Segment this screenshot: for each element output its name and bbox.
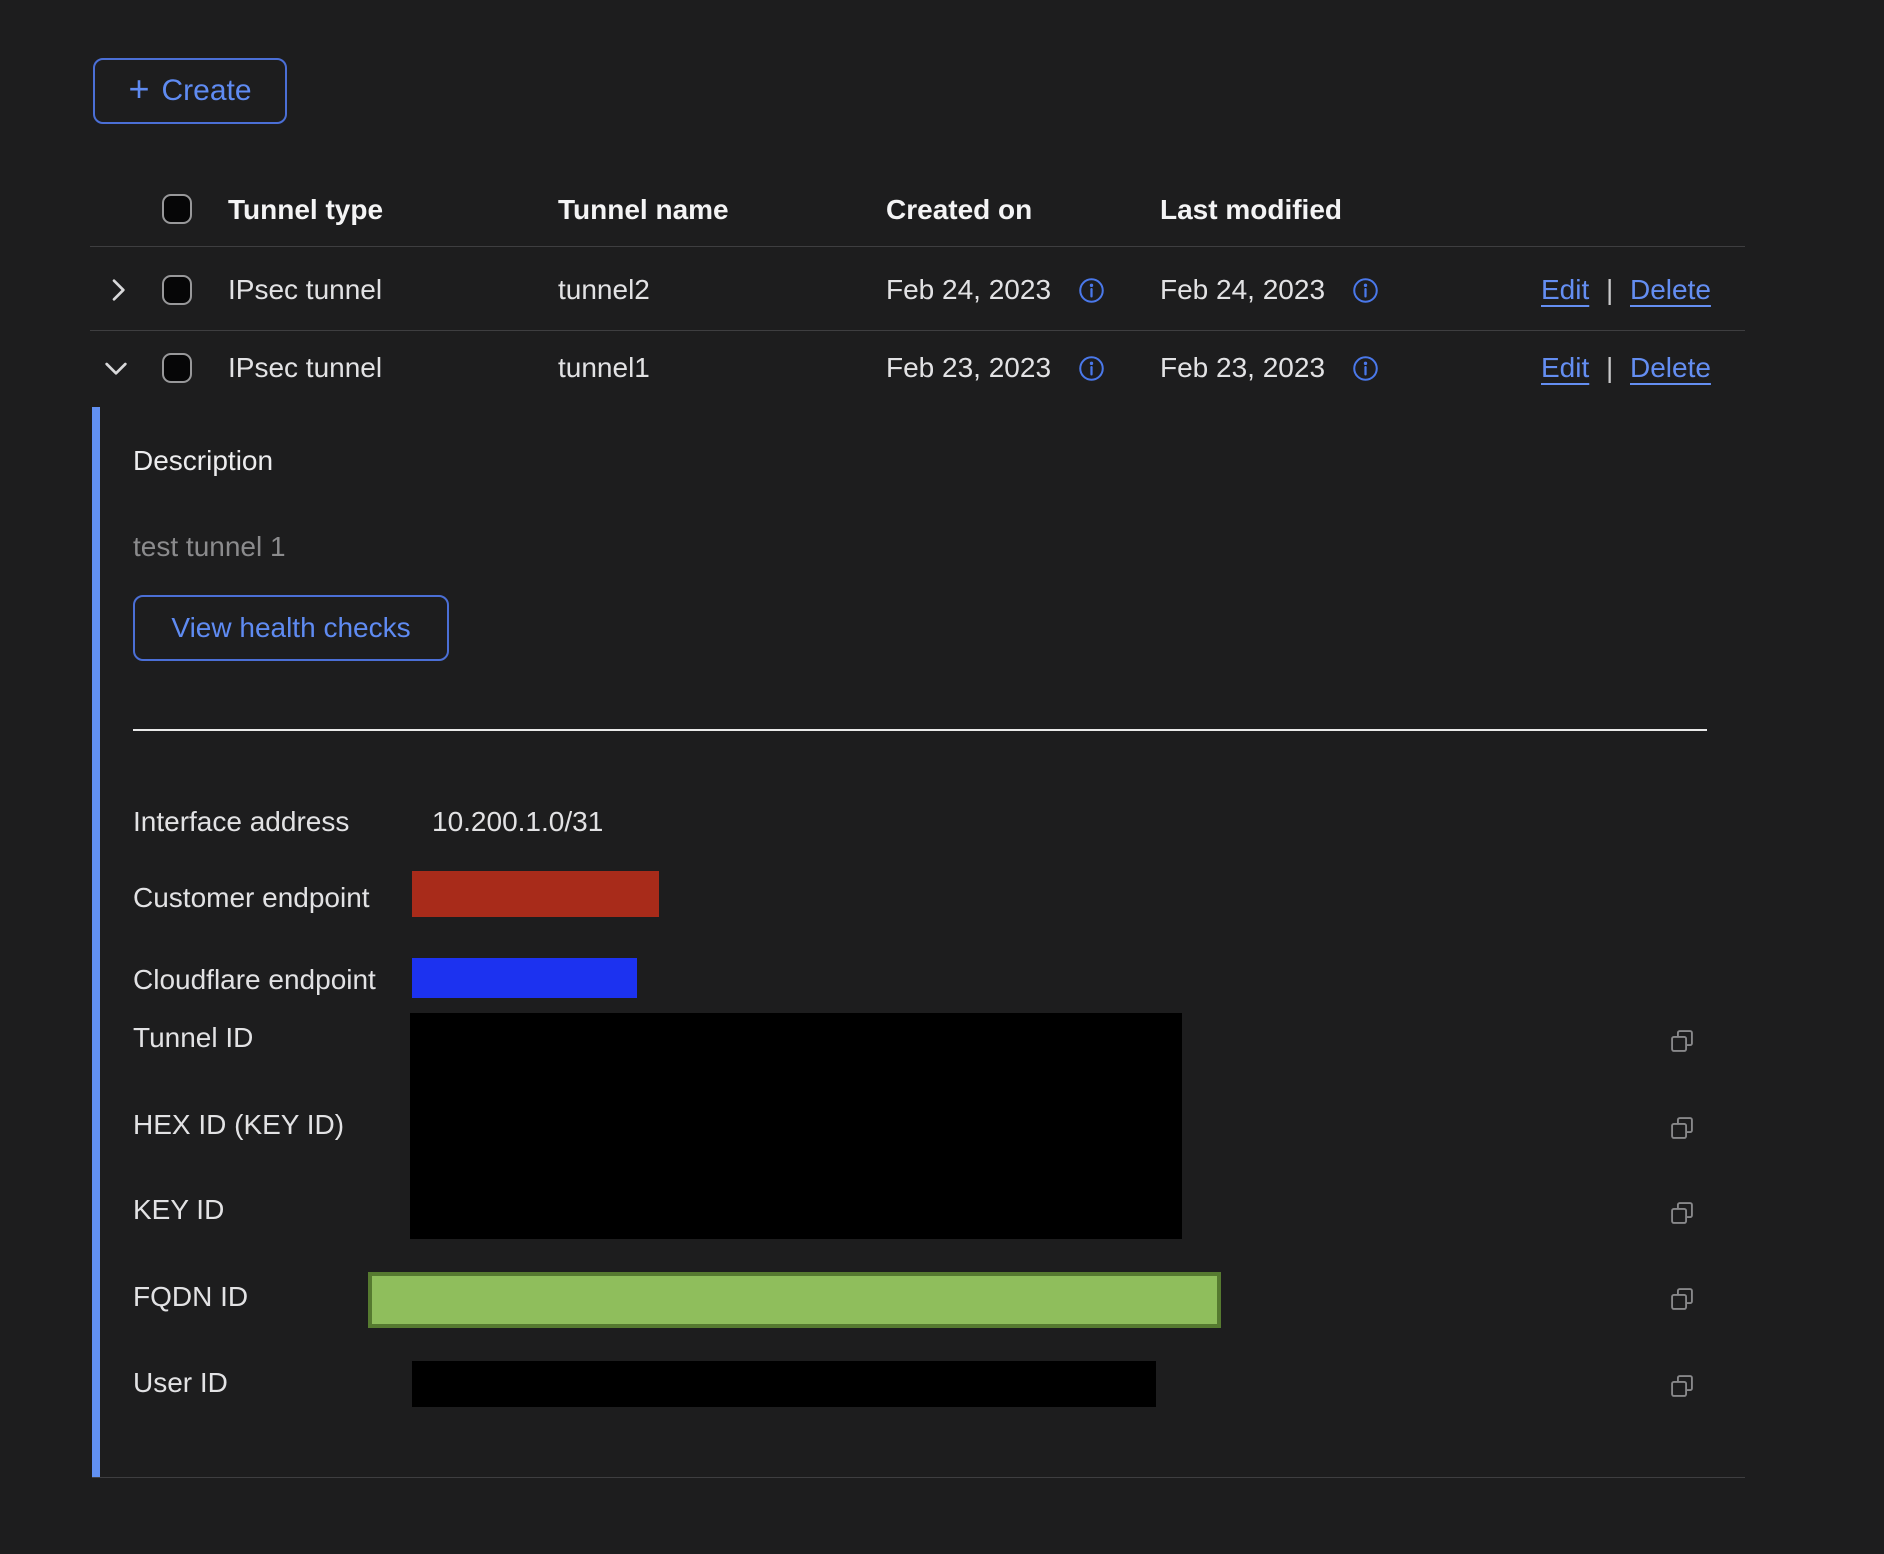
fqdn-id-label: FQDN ID (133, 1280, 248, 1314)
expanded-row-accent-bar (92, 407, 100, 1478)
last-modified-cell: Feb 24, 2023 (1160, 273, 1325, 307)
info-icon[interactable] (1352, 277, 1379, 309)
info-icon[interactable] (1078, 355, 1105, 387)
cloudflare-endpoint-label: Cloudflare endpoint (133, 963, 376, 997)
interface-address-label: Interface address (133, 805, 349, 839)
column-header-created-on: Created on (886, 193, 1032, 227)
create-button-label: Create (161, 74, 251, 108)
copy-icon[interactable] (1668, 1372, 1696, 1405)
tunnel-type-cell: IPsec tunnel (228, 351, 382, 385)
cloudflare-endpoint-redacted-value (412, 958, 637, 998)
expanded-row-bottom-divider (92, 1477, 1745, 1478)
tunnel-type-cell: IPsec tunnel (228, 273, 382, 307)
copy-icon[interactable] (1668, 1285, 1696, 1318)
description-value: test tunnel 1 (133, 530, 286, 564)
description-label: Description (133, 444, 273, 478)
view-health-checks-label: View health checks (171, 612, 410, 644)
key-id-label: KEY ID (133, 1193, 224, 1227)
section-divider (133, 729, 1707, 731)
created-on-cell: Feb 23, 2023 (886, 351, 1051, 385)
edit-link[interactable]: Edit (1541, 273, 1589, 307)
copy-icon[interactable] (1668, 1199, 1696, 1232)
info-icon[interactable] (1352, 355, 1379, 387)
column-header-tunnel-type: Tunnel type (228, 193, 383, 227)
action-separator: | (1606, 273, 1613, 307)
row-checkbox[interactable] (162, 353, 192, 383)
column-header-last-modified: Last modified (1160, 193, 1342, 227)
action-separator: | (1606, 351, 1613, 385)
user-id-label: User ID (133, 1366, 228, 1400)
ids-redacted-block (410, 1013, 1182, 1239)
view-health-checks-button[interactable]: View health checks (133, 595, 449, 661)
delete-link[interactable]: Delete (1630, 351, 1711, 385)
create-button[interactable]: + Create (93, 58, 287, 124)
info-icon[interactable] (1078, 277, 1105, 309)
user-id-redacted-value (412, 1361, 1156, 1407)
last-modified-cell: Feb 23, 2023 (1160, 351, 1325, 385)
fqdn-id-redacted-value (368, 1272, 1221, 1328)
created-on-cell: Feb 24, 2023 (886, 273, 1051, 307)
customer-endpoint-redacted-value (412, 871, 659, 917)
delete-link[interactable]: Delete (1630, 273, 1711, 307)
row-checkbox[interactable] (162, 275, 192, 305)
customer-endpoint-label: Customer endpoint (133, 881, 370, 915)
tunnel-name-cell: tunnel1 (558, 351, 650, 385)
interface-address-value: 10.200.1.0/31 (432, 805, 603, 839)
edit-link[interactable]: Edit (1541, 351, 1589, 385)
plus-icon: + (128, 74, 149, 104)
tunnel-id-label: Tunnel ID (133, 1021, 253, 1055)
chevron-down-icon[interactable] (100, 352, 132, 384)
select-all-checkbox[interactable] (162, 194, 192, 224)
chevron-right-icon[interactable] (102, 274, 134, 306)
column-header-tunnel-name: Tunnel name (558, 193, 729, 227)
ipsec-tunnels-page: + Create Tunnel type Tunnel name Created… (0, 0, 1884, 1554)
row-divider (90, 330, 1745, 331)
copy-icon[interactable] (1668, 1027, 1696, 1060)
hex-id-label: HEX ID (KEY ID) (133, 1108, 344, 1142)
header-divider (90, 246, 1745, 247)
copy-icon[interactable] (1668, 1114, 1696, 1147)
tunnel-name-cell: tunnel2 (558, 273, 650, 307)
